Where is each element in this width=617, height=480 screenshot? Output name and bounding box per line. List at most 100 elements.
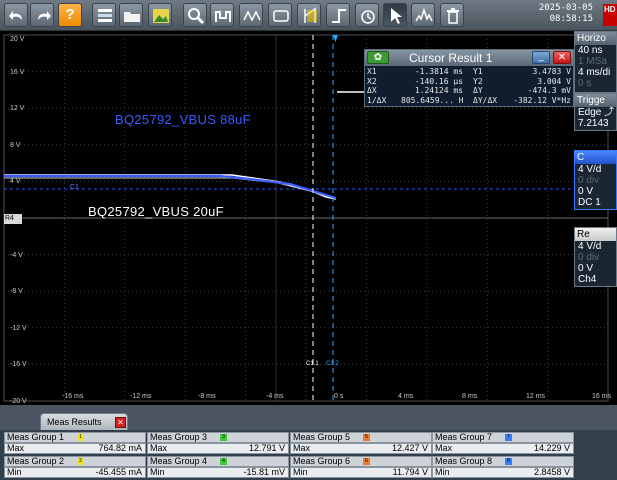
horizontal-panel-title: Horizo xyxy=(575,32,616,45)
ref-marker: C1 xyxy=(70,184,79,191)
meas-value: 764.82 mA xyxy=(98,443,142,453)
cursor-result-key: 1/ΔX xyxy=(367,95,387,105)
meas-stat: Min xyxy=(150,467,165,477)
fft-button[interactable] xyxy=(239,3,263,27)
x-tick-label: 4 ms xyxy=(398,393,414,400)
trigger-icon xyxy=(332,9,346,23)
label-88uF: BQ25792_VBUS 88uF xyxy=(115,112,251,127)
trigger-panel[interactable]: Trigge Edge ⤴ 7.2143 xyxy=(574,93,617,131)
meas-stat: Min xyxy=(7,467,22,477)
meas-group-header[interactable]: Meas Group 4 4 xyxy=(147,456,289,467)
waveform-plot[interactable]: 20 V 16 V 12 V 8 V 4 V -4 V -8 V -12 V -16 V -20 … xyxy=(0,31,617,405)
measure-icon xyxy=(215,11,231,22)
meas-close-button[interactable]: ✕ xyxy=(115,417,126,428)
cursor-button[interactable] xyxy=(297,3,321,27)
cursor-result-key: ΔY/ΔX xyxy=(473,95,498,105)
y-tick-label: -8 V xyxy=(10,288,23,296)
minimize-icon: _ xyxy=(538,51,544,62)
meas-group-header[interactable]: Meas Group 2 2 xyxy=(4,456,146,467)
close-icon: ✕ xyxy=(117,418,124,427)
meas-group-header[interactable]: Meas Group 5 5 xyxy=(290,432,432,443)
reference-scale: 4 V/d xyxy=(578,241,602,252)
cursor-result-key: ΔY xyxy=(473,86,483,95)
trigger-position-marker[interactable] xyxy=(333,35,338,42)
horizontal-position: 0 s xyxy=(578,78,592,89)
redo-button[interactable] xyxy=(30,3,54,27)
meas-group-value-row: Max 12.791 V xyxy=(147,443,289,454)
close-button[interactable]: ✕ xyxy=(553,51,571,64)
meas-stat: Max xyxy=(150,443,168,453)
spectrum-button[interactable] xyxy=(411,3,435,27)
meas-tab-label: Meas Results xyxy=(47,417,102,427)
y-tick-label: -12 V xyxy=(10,324,27,332)
meas-results-panel: Meas Results ✕ Meas Group 1 1 Max 764.82 mA… xyxy=(0,405,617,480)
horizontal-sample-rate: 1 MSa xyxy=(578,56,607,67)
meas-value: 2.8458 V xyxy=(533,467,570,477)
pointer-button[interactable] xyxy=(383,3,407,27)
meas-stat: Min xyxy=(293,467,308,477)
toolbar-config-button[interactable] xyxy=(92,3,116,27)
meas-group-value-row: Max 764.82 mA xyxy=(4,443,146,454)
cursor2-label: C1.2 xyxy=(326,361,339,367)
meas-group-header[interactable]: Meas Group 7 7 xyxy=(432,432,574,443)
tab-meas-results[interactable]: Meas Results ✕ xyxy=(40,413,128,430)
trash-icon xyxy=(447,8,459,24)
meas-stat: Max xyxy=(7,443,25,453)
cursor-result-key: X2 xyxy=(367,76,377,86)
channel-panel[interactable]: C 4 V/d 0 div 0 V DC 1 xyxy=(574,150,617,210)
help-button[interactable]: ? xyxy=(58,3,82,27)
meas-group-name: Meas Group 8 xyxy=(435,456,493,466)
horizontal-panel[interactable]: Horizo 40 ns 1 MSa 4 ms/di 0 s xyxy=(574,31,617,93)
trace-88uF xyxy=(4,174,337,200)
meas-source-badge: 3 xyxy=(220,434,227,441)
y-tick-label: -16 V xyxy=(10,361,27,369)
y-tick-label: 8 V xyxy=(10,141,21,149)
gear-icon: ✿ xyxy=(373,52,383,63)
cursor-dialog-titlebar[interactable]: ✿ Cursor Result 1 _ ✕ xyxy=(365,50,573,66)
meas-group-header[interactable]: Meas Group 1 1 xyxy=(4,432,146,443)
fft-icon xyxy=(243,10,261,22)
channel-coupling: DC 1 xyxy=(578,197,601,208)
trigger-button[interactable] xyxy=(326,3,350,27)
zoom-button[interactable] xyxy=(183,3,207,27)
y-tick-label: -4 V xyxy=(10,251,23,259)
r4-marker[interactable]: R4 xyxy=(4,214,22,224)
cursor-result-value: -382.12 V*Hz xyxy=(513,95,571,105)
meas-group-header[interactable]: Meas Group 6 6 xyxy=(290,456,432,467)
x-tick-label: 8 ms xyxy=(462,393,478,400)
pointer-icon xyxy=(391,8,402,24)
cursor-settings-button[interactable]: ✿ xyxy=(367,51,389,64)
meas-source-badge: 2 xyxy=(77,458,84,465)
mask-button[interactable] xyxy=(268,3,292,27)
measure-button[interactable] xyxy=(210,3,234,27)
open-file-button[interactable] xyxy=(119,3,143,27)
reference-panel[interactable]: Re 4 V/d 0 div 0 V Ch4 xyxy=(574,227,617,287)
cursor-dialog-title: Cursor Result 1 xyxy=(409,51,493,65)
x-tick-label: -12 ms xyxy=(130,393,152,400)
delete-button[interactable] xyxy=(440,3,464,27)
save-image-button[interactable] xyxy=(148,3,172,27)
undo-button[interactable] xyxy=(4,3,28,27)
x-tick-label: -8 ms xyxy=(198,393,216,400)
x-tick-label: -16 ms xyxy=(62,393,84,400)
cursor-result-dialog[interactable]: ✿ Cursor Result 1 _ ✕ X1 -1.3814 ms Y1 3.47… xyxy=(364,49,574,107)
meas-group-header[interactable]: Meas Group 3 3 xyxy=(147,432,289,443)
history-button[interactable] xyxy=(355,3,379,27)
cursor-result-key: Y1 xyxy=(473,67,483,76)
cursor-result-key: ΔX xyxy=(367,86,377,95)
meas-stat: Max xyxy=(435,443,453,453)
brand-logo: HD xyxy=(603,4,617,26)
image-icon xyxy=(153,9,169,23)
meas-group-header[interactable]: Meas Group 8 8 xyxy=(432,456,574,467)
cursor-result-value: -474.3 mV xyxy=(527,86,571,95)
meas-value: 12.427 V xyxy=(391,443,428,453)
x-tick-label: 16 ms xyxy=(592,393,612,400)
cursor-result-key: X1 xyxy=(367,67,377,76)
cursor-result-value: -1.3814 ms xyxy=(414,67,463,76)
spectrum-icon xyxy=(415,7,433,22)
cursor-result-value: -140.16 µs xyxy=(414,76,463,86)
label-20uF: BQ25792_VBUS 20uF xyxy=(88,204,224,219)
meas-source-badge: 1 xyxy=(77,434,84,441)
horizontal-scale: 4 ms/di xyxy=(578,67,611,78)
minimize-button[interactable]: _ xyxy=(532,51,550,64)
